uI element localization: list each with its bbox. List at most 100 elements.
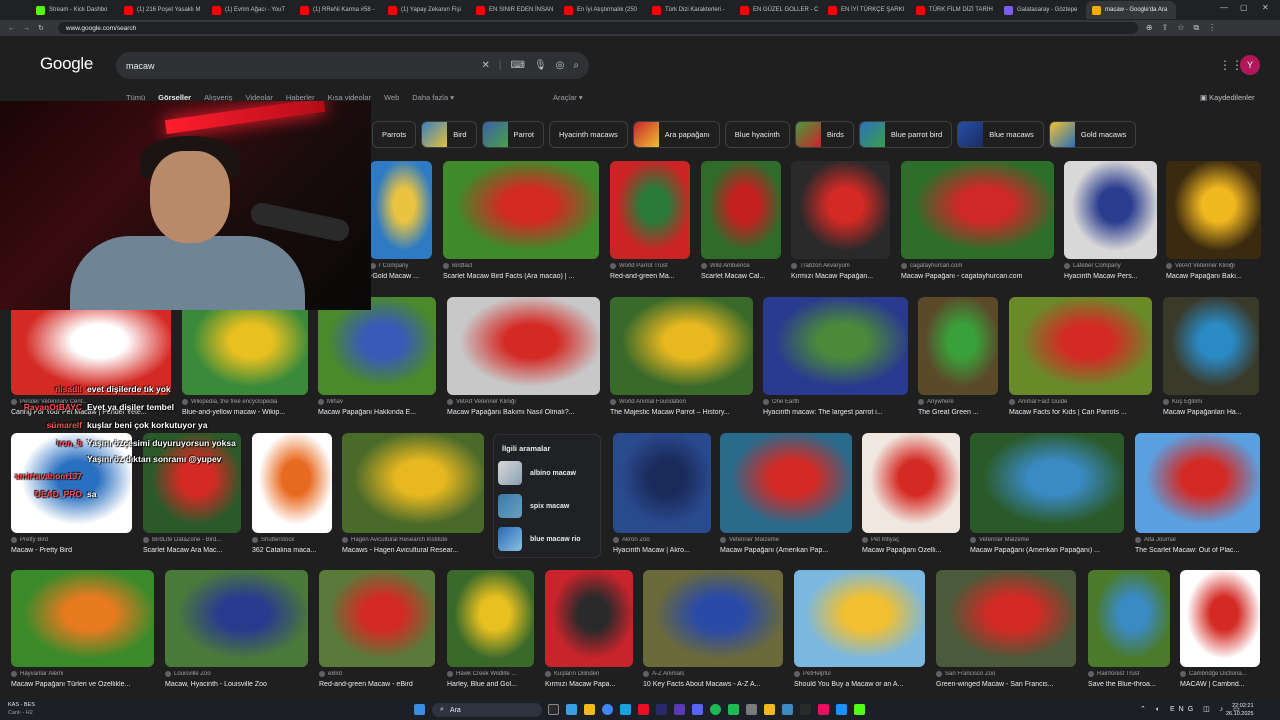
app-icon-red[interactable] — [638, 704, 649, 715]
result-source[interactable]: Wild Ambience — [701, 263, 781, 269]
address-bar[interactable]: www.google.com/search — [57, 22, 1138, 34]
zoom-icon[interactable]: ⊕ — [1146, 23, 1153, 33]
result-title[interactable]: 362 Catalina maca... — [252, 547, 332, 554]
result-source[interactable]: Pet İhtiyaç — [862, 537, 960, 543]
result-source[interactable]: PetHelpful — [794, 671, 925, 677]
result-source[interactable]: Cambridge Dictiona... — [1180, 671, 1260, 677]
image-result[interactable]: Wild Ambience Scarlet Macaw Cal... — [701, 161, 781, 285]
result-title[interactable]: Hyacinth Macaw Pers... — [1064, 273, 1157, 280]
image-result[interactable]: Anywhere The Great Green ... — [918, 297, 998, 421]
result-thumbnail[interactable] — [11, 297, 171, 395]
menu-icon[interactable]: ⋮ — [1208, 23, 1216, 33]
result-source[interactable]: One Earth — [763, 399, 908, 405]
result-source[interactable]: Akron Zoo — [613, 537, 711, 543]
result-title[interactable]: Macaw Papağanı (Amerikan Pap... — [720, 547, 852, 554]
maximize-icon[interactable]: ▢ — [1240, 3, 1248, 12]
result-source[interactable]: Hayvanlar Alemi — [11, 671, 154, 677]
result-thumbnail[interactable] — [182, 297, 308, 395]
image-result[interactable]: VetArt Veteriner Kliniği Macaw Papağanı B… — [447, 297, 600, 421]
app-icon-green[interactable] — [728, 704, 739, 715]
browser-tab[interactable]: Stream - Kick Dashbo — [30, 1, 116, 19]
result-source[interactable]: Wikipedia, the free encyclopedia — [182, 399, 308, 405]
result-source[interactable]: Rainforest Trust — [1088, 671, 1170, 677]
result-thumbnail[interactable] — [443, 161, 599, 259]
image-result[interactable]: World Animal Foundation The Majestic Maca… — [610, 297, 753, 421]
image-result[interactable]: Rainforest Trust Save the Blue-throa... — [1088, 570, 1170, 693]
image-result[interactable]: Shutterstock 362 Catalina maca... — [252, 433, 332, 559]
result-thumbnail[interactable] — [11, 570, 154, 667]
close-window-icon[interactable]: ✕ — [1262, 3, 1269, 12]
result-thumbnail[interactable] — [643, 570, 783, 667]
saved-button[interactable]: ▣ Kaydedilenler — [1200, 93, 1255, 102]
result-title[interactable]: 10 Key Facts About Macaws - A-Z A... — [643, 681, 783, 688]
image-result[interactable]: Animal Fact Guide Macaw Facts for Kids | … — [1009, 297, 1152, 421]
result-thumbnail[interactable] — [1064, 161, 1157, 259]
result-title[interactable]: Macaw Papağanı - cagatayhurcan.com — [901, 273, 1054, 280]
result-thumbnail[interactable] — [610, 161, 690, 259]
refinement-chip[interactable]: Blue macaws — [957, 121, 1044, 148]
result-title[interactable]: Red-and-green Ma... — [610, 273, 690, 280]
browser-tab[interactable]: (1) 216 Poşet Yasaklı M — [118, 1, 204, 19]
spotify-icon[interactable] — [710, 704, 721, 715]
result-source[interactable]: BirdLife DataZone - Bird... — [143, 537, 241, 543]
related-search-item[interactable]: spix macaw — [498, 493, 598, 519]
result-thumbnail[interactable] — [545, 570, 633, 667]
result-title[interactable]: Macaw Facts for Kids | Can Parrots ... — [1009, 409, 1152, 416]
image-result[interactable]: Louisville Zoo Macaw, Hyacinth - Louisvil… — [165, 570, 308, 693]
tools-button[interactable]: Araçlar ▾ — [553, 93, 583, 102]
image-result[interactable]: Kuş Eğitimi Macaw Papağanları Ha... — [1163, 297, 1259, 421]
refinement-chip[interactable]: Blue hyacinth — [724, 121, 790, 148]
app-icon-gray[interactable] — [746, 704, 757, 715]
result-thumbnail[interactable] — [1166, 161, 1261, 259]
result-title[interactable]: Hyacinth macaw: The largest parrot i... — [763, 409, 908, 416]
google-logo[interactable]: Google — [40, 54, 93, 74]
result-title[interactable]: Harley, Blue and Gol... — [447, 681, 534, 688]
image-result[interactable]: Veteriner Malzeme Macaw Papağanı (Amerika… — [720, 433, 852, 559]
result-thumbnail[interactable] — [11, 433, 132, 533]
refinement-chip[interactable]: Gold macaws — [1048, 121, 1137, 148]
refinement-chip[interactable]: Parrot — [481, 121, 544, 148]
bookmark-icon[interactable]: ☆ — [1177, 23, 1184, 33]
task-view-icon[interactable] — [548, 704, 559, 715]
forward-icon[interactable]: → — [23, 25, 30, 32]
reload-icon[interactable]: ↻ — [38, 24, 44, 32]
result-thumbnail[interactable] — [936, 570, 1076, 667]
result-source[interactable]: Mihav — [318, 399, 436, 405]
browser-tab[interactable]: (1) RReNi Karma #58 - — [294, 1, 380, 19]
result-thumbnail[interactable] — [1135, 433, 1260, 533]
result-title[interactable]: Save the Blue-throa... — [1088, 681, 1170, 688]
related-search-item[interactable]: albino macaw — [498, 460, 598, 486]
result-title[interactable]: -Gold Macaw ... — [370, 273, 432, 280]
result-thumbnail[interactable] — [1163, 297, 1259, 395]
image-result[interactable]: World Parrot Trust Red-and-green Ma... — [610, 161, 690, 285]
result-source[interactable]: Louisville Zoo — [165, 671, 308, 677]
edge-icon[interactable] — [620, 704, 631, 715]
result-title[interactable]: Macaw Papağanı Özelli... — [862, 547, 960, 554]
image-result[interactable]: Veteriner Malzeme Macaw Papağanı (Amerika… — [970, 433, 1124, 559]
result-title[interactable]: Scarlet Macaw Cal... — [701, 273, 781, 280]
app-icon-purple[interactable] — [674, 704, 685, 715]
result-thumbnail[interactable] — [720, 433, 852, 533]
search-box[interactable]: ✕ | ⌨ 🎙 ◎ ⌕ — [116, 52, 589, 79]
browser-tab[interactable]: EN İYİ TÜRKÇE ŞARKI — [822, 1, 908, 19]
system-clock[interactable]: 22:02:21 26.10.2025 — [1226, 702, 1254, 718]
result-title[interactable]: Blue-and-yellow macaw - Wikip... — [182, 409, 308, 416]
image-result[interactable]: BirdLife DataZone - Bird... Scarlet Macaw… — [143, 433, 241, 559]
image-result[interactable]: One Earth Hyacinth macaw: The largest par… — [763, 297, 908, 421]
image-result[interactable]: Mihav Macaw Papağanı Hakkında E... — [318, 297, 436, 421]
image-result[interactable]: A-Z Animals 10 Key Facts About Macaws - A… — [643, 570, 783, 693]
search-icon[interactable]: ⌕ — [573, 60, 579, 71]
result-thumbnail[interactable] — [610, 297, 753, 395]
result-title[interactable]: Hyacinth Macaw | Akro... — [613, 547, 711, 554]
result-source[interactable]: Veteriner Malzeme — [970, 537, 1124, 543]
app-icon-yellow[interactable] — [764, 704, 775, 715]
search-tab[interactable]: Daha fazla ▾ — [412, 93, 454, 107]
refinement-chip[interactable]: Parrots — [372, 121, 417, 148]
result-title[interactable]: Scarlet Macaw Ara Mac... — [143, 547, 241, 554]
result-title[interactable]: The Scarlet Macaw: Out of Plac... — [1135, 547, 1260, 554]
result-source[interactable]: Hagen Avicultural Research Institute — [342, 537, 484, 543]
result-title[interactable]: Macaw Papağanı Hakkında E... — [318, 409, 436, 416]
image-result[interactable]: Akron Zoo Hyacinth Macaw | Akro... — [613, 433, 711, 559]
image-result[interactable]: Lafeber Company Hyacinth Macaw Pers... — [1064, 161, 1157, 285]
keyboard-icon[interactable]: ⌨ — [511, 60, 525, 71]
